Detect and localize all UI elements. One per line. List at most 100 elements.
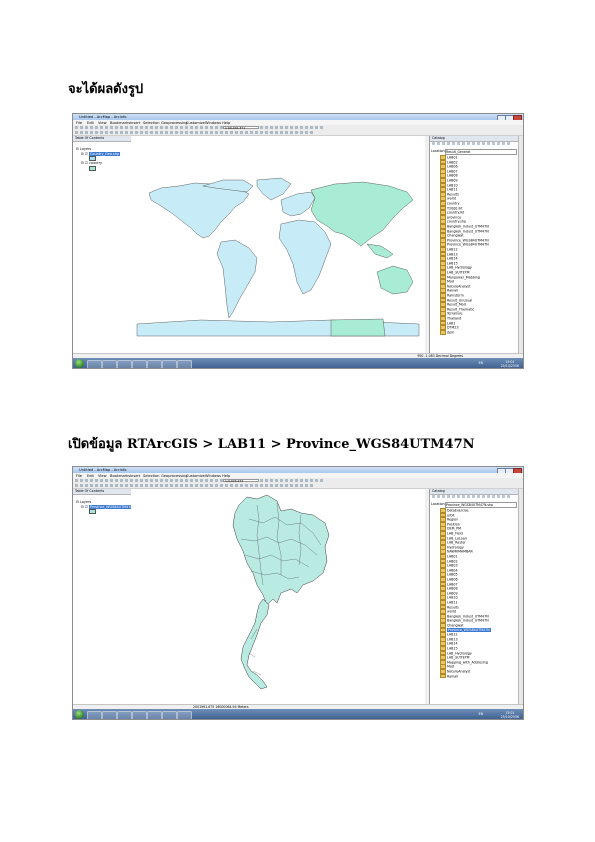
layer-symbol <box>89 509 96 514</box>
taskbar-app-word[interactable] <box>162 710 177 719</box>
catalog-location: Location: Result_Generat <box>431 149 517 155</box>
taskbar-app-ie[interactable] <box>87 710 102 719</box>
taskbar-app-arcmap[interactable] <box>147 359 162 368</box>
toc-layer-label: country <box>89 161 103 165</box>
toc-title: Table Of Contents <box>73 136 131 142</box>
taskbar-clock[interactable]: 13:01 25/10/2556 <box>501 360 519 368</box>
window-title: Untitled - ArcMap - ArcInfo <box>79 114 127 119</box>
menu-bookmarks[interactable]: Bookmarks <box>110 121 130 125</box>
menu-edit[interactable]: Edit <box>87 474 94 478</box>
toolbar-icons[interactable] <box>75 126 325 129</box>
menu-selection[interactable]: Selection <box>143 474 160 478</box>
antarctica-selected-part <box>330 318 386 337</box>
menu-customize[interactable]: Customize <box>186 121 205 125</box>
taskbar-clock[interactable]: 13:01 25/10/2556 <box>501 711 519 719</box>
location-label: Location: <box>431 149 446 153</box>
menu-bookmarks[interactable]: Bookmarks <box>110 474 130 478</box>
toc-layers[interactable]: ⊟ Layers <box>76 500 91 504</box>
menu-selection[interactable]: Selection <box>143 121 160 125</box>
menu-geoprocessing[interactable]: Geoprocessing <box>161 121 188 125</box>
table-of-contents: Table Of Contents ⊟ Layers ⊟ ☑ Province_… <box>73 489 134 704</box>
toc-layer-label: Province_WGS84UTM47N <box>89 504 134 509</box>
menu-insert[interactable]: Insert <box>130 121 140 125</box>
toc-layer-label: Country_Geo.shp <box>89 151 121 156</box>
location-input[interactable]: Province_WGS84UTM47N.shp <box>445 502 517 508</box>
side-tabs-strip[interactable] <box>518 489 523 704</box>
heading-open-data: เปิดข้อมูล RTArcGIS > LAB11 > Province_W… <box>68 437 475 452</box>
map-view-world[interactable] <box>131 136 425 353</box>
thailand-map <box>232 494 330 690</box>
windows-taskbar: EN 13:01 25/10/2556 <box>73 709 523 719</box>
taskbar-app-arcmap[interactable] <box>147 710 162 719</box>
window-title: Untitled - ArcMap - ArcInfo <box>79 467 127 472</box>
taskbar-app-arccatalog[interactable] <box>177 710 192 719</box>
taskbar-app-explorer[interactable] <box>102 359 117 368</box>
menu-file[interactable]: File <box>76 474 82 478</box>
map-scale-input[interactable]: 1:90,432,371 <box>223 125 259 129</box>
menu-edit[interactable]: Edit <box>87 121 94 125</box>
menu-help[interactable]: Help <box>222 474 230 478</box>
map-view-thailand[interactable] <box>131 489 425 704</box>
catalog-item[interactable]: dem <box>440 329 455 335</box>
start-button[interactable] <box>75 710 84 719</box>
catalog-panel: Catalog Location: Result_Generat LAB01 LA… <box>429 136 522 353</box>
menu-geoprocessing[interactable]: Geoprocessing <box>161 474 188 478</box>
menu-insert[interactable]: Insert <box>130 474 140 478</box>
taskbar-app-ie[interactable] <box>87 359 102 368</box>
location-input[interactable]: Result_Generat <box>445 149 517 155</box>
folder-icon <box>440 673 446 679</box>
toolbar-icons[interactable] <box>75 131 315 134</box>
catalog-item[interactable]: Rainall <box>440 673 459 679</box>
taskbar-app-chrome[interactable] <box>117 359 132 368</box>
island-greenland <box>256 177 292 201</box>
heading-result: จะได้ผลดังรูป <box>68 82 144 97</box>
menu-help[interactable]: Help <box>222 121 230 125</box>
side-tabs-strip[interactable] <box>518 136 523 353</box>
world-map <box>136 177 420 337</box>
toolbar-icons[interactable] <box>75 484 315 487</box>
taskbar-app-arccatalog[interactable] <box>177 359 192 368</box>
layer-symbol <box>89 165 96 171</box>
menu-view[interactable]: View <box>98 121 107 125</box>
menu-file[interactable]: File <box>76 121 82 125</box>
region-north-northeast-central <box>232 494 330 606</box>
catalog-item-label: Rainall <box>447 674 459 678</box>
taskbar-app-explorer[interactable] <box>102 710 117 719</box>
catalog-item-label: dem <box>447 330 455 335</box>
toc-title: Table Of Contents <box>73 489 131 495</box>
menu-view[interactable]: View <box>98 474 107 478</box>
toc-layers-label: Layers <box>79 500 92 504</box>
map-scale-input[interactable]: 1:9,923,273 <box>223 478 259 482</box>
taskbar-app-folder[interactable] <box>132 359 147 368</box>
toc-layer-country-geo[interactable]: ⊟ ☑ Country_Geo.shp <box>81 151 121 156</box>
location-label: Location: <box>431 502 446 506</box>
menu-windows[interactable]: Windows <box>205 121 221 125</box>
start-button[interactable] <box>75 359 84 368</box>
islands-southeast-asia <box>366 243 394 259</box>
continent-north-america <box>148 182 250 239</box>
taskbar-language[interactable]: EN <box>479 361 483 365</box>
clock-date: 25/10/2556 <box>500 714 519 719</box>
menu-customize[interactable]: Customize <box>186 474 205 478</box>
toc-layer-country[interactable]: ⊟ ☑ country <box>81 161 102 165</box>
toc-layers-label: Layers <box>79 147 92 151</box>
catalog-panel: Catalog Location: Province_WGS84UTM47N.s… <box>429 489 522 704</box>
catalog-location: Location: Province_WGS84UTM47N.shp <box>431 502 517 508</box>
toolbar-icons[interactable] <box>75 479 325 482</box>
region-south <box>240 598 270 690</box>
catalog-toolbar[interactable] <box>432 142 512 145</box>
taskbar-app-word[interactable] <box>162 359 177 368</box>
folder-icon <box>440 329 446 335</box>
taskbar-app-chrome[interactable] <box>117 710 132 719</box>
continent-africa <box>278 219 332 295</box>
windows-taskbar: EN 13:01 25/10/2556 <box>73 358 523 368</box>
arcmap-screenshot-thailand: Untitled - ArcMap - ArcInfo File Edit Vi… <box>72 466 524 720</box>
taskbar-language[interactable]: EN <box>479 712 483 716</box>
menu-windows[interactable]: Windows <box>205 474 221 478</box>
toc-layers[interactable]: ⊟ Layers <box>76 147 91 151</box>
toc-layer-province[interactable]: ⊟ ☑ Province_WGS84UTM47N <box>81 504 134 509</box>
layer-symbol <box>89 156 96 161</box>
catalog-toolbar[interactable] <box>432 495 512 498</box>
continent-south-america <box>216 239 258 319</box>
taskbar-app-folder[interactable] <box>132 710 147 719</box>
